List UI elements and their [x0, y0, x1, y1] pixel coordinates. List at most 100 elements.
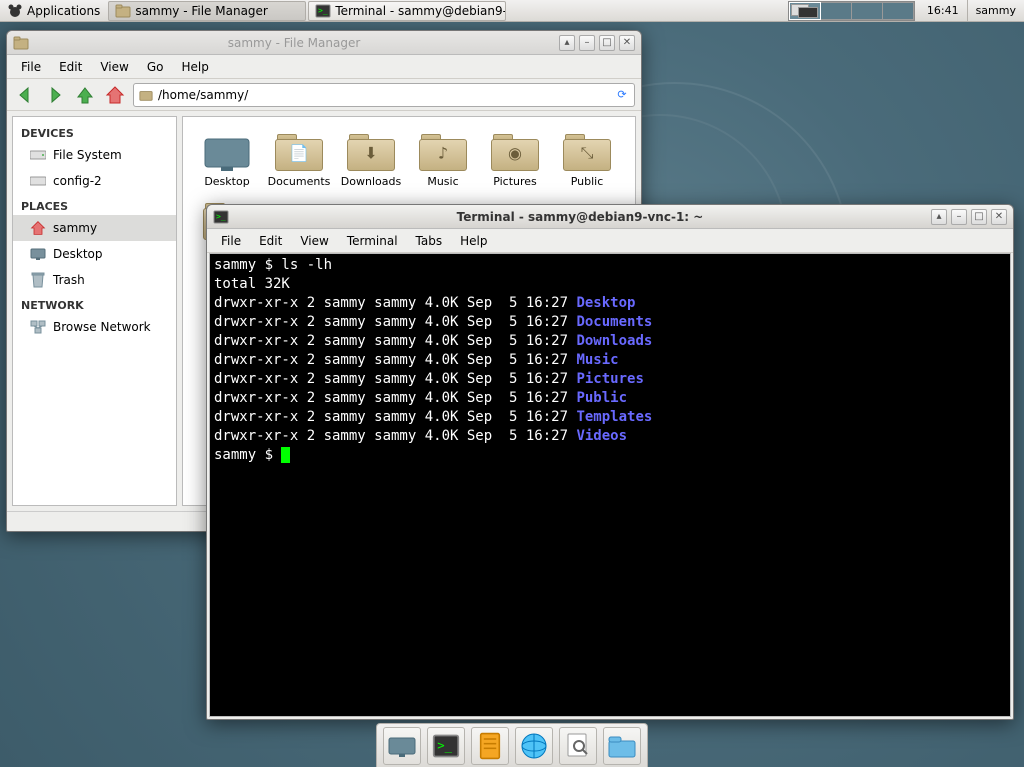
sidebar-header-devices: DEVICES: [13, 121, 176, 142]
sidebar: DEVICES File System config-2 PLACES samm…: [12, 116, 177, 506]
user-menu[interactable]: sammy: [967, 0, 1024, 21]
taskbar-item-file-manager[interactable]: sammy - File Manager: [108, 1, 306, 21]
taskbar-item-label: Terminal - sammy@debian9-vnc...: [335, 4, 506, 18]
drive-icon: [29, 172, 47, 190]
folder-label: Public: [571, 175, 604, 188]
menu-tabs[interactable]: Tabs: [408, 231, 451, 251]
folder-music[interactable]: ♪ Music: [409, 127, 477, 192]
bottom-dock: >_: [376, 723, 648, 767]
nav-back-button[interactable]: [13, 83, 37, 107]
terminal-content[interactable]: sammy $ ls -lh total 32K drwxr-xr-x 2 sa…: [209, 253, 1011, 717]
menu-view[interactable]: View: [92, 57, 136, 77]
menu-help[interactable]: Help: [173, 57, 216, 77]
svg-text:>_: >_: [437, 738, 452, 752]
dock-web-browser[interactable]: [515, 727, 553, 765]
top-panel: Applications sammy - File Manager >_ Ter…: [0, 0, 1024, 22]
location-input[interactable]: [158, 88, 610, 102]
sidebar-item-label: sammy: [53, 221, 97, 235]
shade-button[interactable]: ▴: [931, 209, 947, 225]
nav-up-button[interactable]: [73, 83, 97, 107]
sidebar-item-filesystem[interactable]: File System: [13, 142, 176, 168]
terminal-window: >_ Terminal - sammy@debian9-vnc-1: ~ ▴ –…: [206, 204, 1014, 720]
clock[interactable]: 16:41: [919, 4, 967, 17]
menu-view[interactable]: View: [292, 231, 336, 251]
minimize-button[interactable]: –: [579, 35, 595, 51]
file-manager-icon: [115, 3, 131, 19]
refresh-icon[interactable]: ⟳: [614, 87, 630, 103]
dock-show-desktop[interactable]: [383, 727, 421, 765]
svg-text:>_: >_: [216, 212, 226, 221]
terminal-title: Terminal - sammy@debian9-vnc-1: ~: [233, 210, 927, 224]
dock-home-folder[interactable]: [603, 727, 641, 765]
file-manager-titlebar[interactable]: sammy - File Manager ▴ – □ ✕: [7, 31, 641, 55]
shade-button[interactable]: ▴: [559, 35, 575, 51]
dock-find[interactable]: [559, 727, 597, 765]
workspace-4[interactable]: [883, 3, 913, 19]
desktop-folder-icon: [203, 131, 251, 171]
location-bar[interactable]: ⟳: [133, 83, 635, 107]
sidebar-item-label: Browse Network: [53, 320, 151, 334]
terminal-menubar: File Edit View Terminal Tabs Help: [207, 229, 1013, 253]
folder-pictures[interactable]: ◉ Pictures: [481, 127, 549, 192]
dock-file-manager[interactable]: [471, 727, 509, 765]
applications-menu-label: Applications: [27, 4, 100, 18]
file-manager-icon: [13, 35, 29, 51]
terminal-icon: >_: [213, 209, 229, 225]
workspace-3[interactable]: [852, 3, 882, 19]
applications-menu[interactable]: Applications: [0, 1, 107, 21]
sidebar-item-label: Desktop: [53, 247, 103, 261]
sidebar-item-browse-network[interactable]: Browse Network: [13, 314, 176, 340]
folder-label: Downloads: [341, 175, 401, 188]
minimize-button[interactable]: –: [951, 209, 967, 225]
drive-icon: [29, 146, 47, 164]
menu-edit[interactable]: Edit: [251, 231, 290, 251]
menu-terminal[interactable]: Terminal: [339, 231, 406, 251]
menu-help[interactable]: Help: [452, 231, 495, 251]
folder-desktop[interactable]: Desktop: [193, 127, 261, 192]
sidebar-item-label: config-2: [53, 174, 102, 188]
sidebar-item-home[interactable]: sammy: [13, 215, 176, 241]
trash-icon: [29, 271, 47, 289]
folder-public[interactable]: ⤡ Public: [553, 127, 621, 192]
menu-file[interactable]: File: [213, 231, 249, 251]
xfce-mouse-icon: [7, 3, 23, 19]
terminal-titlebar[interactable]: >_ Terminal - sammy@debian9-vnc-1: ~ ▴ –…: [207, 205, 1013, 229]
sidebar-header-places: PLACES: [13, 194, 176, 215]
sidebar-item-trash[interactable]: Trash: [13, 267, 176, 293]
menu-go[interactable]: Go: [139, 57, 172, 77]
folder-label: Desktop: [204, 175, 249, 188]
folder-icon: [138, 87, 154, 103]
folder-downloads[interactable]: ⬇ Downloads: [337, 127, 405, 192]
nav-forward-button[interactable]: [43, 83, 67, 107]
folder-icon: 📄: [275, 131, 323, 171]
sidebar-item-desktop[interactable]: Desktop: [13, 241, 176, 267]
close-button[interactable]: ✕: [991, 209, 1007, 225]
folder-icon: ⤡: [563, 131, 611, 171]
taskbar-item-terminal[interactable]: >_ Terminal - sammy@debian9-vnc...: [308, 1, 506, 21]
menu-file[interactable]: File: [13, 57, 49, 77]
folder-label: Music: [427, 175, 458, 188]
svg-text:>_: >_: [318, 6, 328, 15]
terminal-icon: >_: [315, 3, 331, 19]
taskbar-item-label: sammy - File Manager: [135, 4, 268, 18]
folder-icon: ⬇: [347, 131, 395, 171]
folder-documents[interactable]: 📄 Documents: [265, 127, 333, 192]
nav-home-button[interactable]: [103, 83, 127, 107]
folder-label: Pictures: [493, 175, 537, 188]
file-manager-title: sammy - File Manager: [33, 36, 555, 50]
maximize-button[interactable]: □: [599, 35, 615, 51]
sidebar-item-label: File System: [53, 148, 122, 162]
folder-label: Documents: [268, 175, 331, 188]
sidebar-item-config2[interactable]: config-2: [13, 168, 176, 194]
workspace-2[interactable]: [821, 3, 851, 19]
sidebar-item-label: Trash: [53, 273, 85, 287]
sidebar-header-network: NETWORK: [13, 293, 176, 314]
workspace-1[interactable]: [790, 3, 820, 19]
dock-terminal[interactable]: >_: [427, 727, 465, 765]
workspace-switcher[interactable]: [788, 1, 915, 21]
maximize-button[interactable]: □: [971, 209, 987, 225]
menu-edit[interactable]: Edit: [51, 57, 90, 77]
close-button[interactable]: ✕: [619, 35, 635, 51]
home-icon: [29, 219, 47, 237]
folder-icon: ♪: [419, 131, 467, 171]
